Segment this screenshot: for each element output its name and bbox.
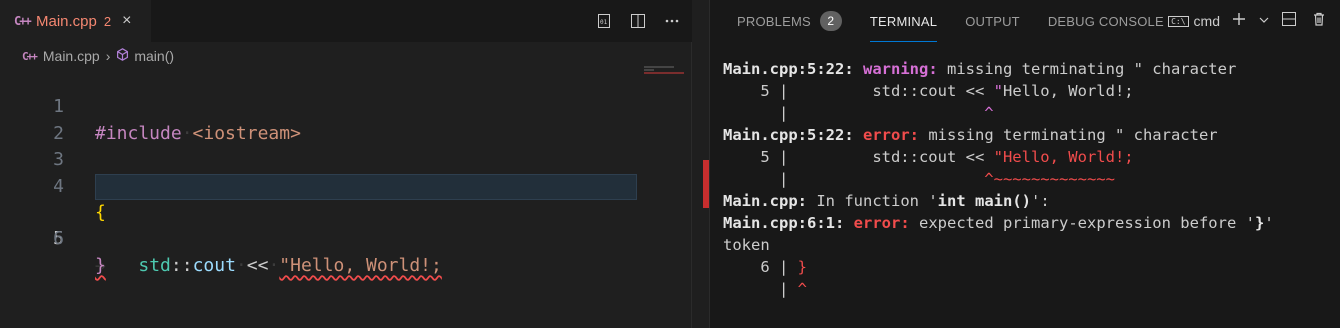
line-number: 6: [53, 228, 64, 250]
diag-gutter: |: [723, 170, 789, 188]
tab-problems[interactable]: PROBLEMS 2: [737, 0, 842, 42]
editor-actions: 01: [590, 0, 692, 42]
cpp-file-icon: C++: [22, 49, 38, 63]
diag-message: token: [723, 236, 770, 254]
code-line: 3 int·main(): [0, 121, 640, 196]
tab-main-cpp[interactable]: C++ Main.cpp 2 ×: [0, 0, 151, 42]
chevron-down-icon[interactable]: [1258, 12, 1270, 30]
terminal-line: Main.cpp:5:22: warning: missing terminat…: [723, 58, 1335, 80]
editor-group: C++ Main.cpp 2 × 01 C++ Main.cpp › main(…: [0, 0, 692, 328]
terminal-line: token: [723, 234, 1335, 256]
breadcrumb: C++ Main.cpp › main(): [0, 42, 692, 70]
code-line: 2: [0, 94, 640, 144]
diag-gutter: 5 |: [723, 82, 789, 100]
diag-message: ': [1264, 214, 1274, 232]
diag-message: missing terminating " character: [947, 60, 1237, 78]
close-brace: }: [95, 254, 106, 276]
code-line-current: 5 → std::cout·<<·"Hello, World!;: [0, 173, 640, 276]
diag-gutter: |: [723, 280, 789, 298]
breadcrumb-symbol[interactable]: main(): [134, 48, 174, 64]
terminal-line: Main.cpp:6:1: error: expected primary-ex…: [723, 212, 1335, 234]
diag-code: Hello, World!;: [1002, 82, 1134, 100]
trash-icon[interactable]: [1308, 11, 1330, 32]
diag-code-highlight: }: [797, 258, 808, 276]
diag-caret: ^: [788, 104, 994, 122]
split-terminal-icon[interactable]: [1278, 11, 1300, 32]
diag-error: error:: [863, 126, 919, 144]
terminal-icon: C:\: [1168, 15, 1189, 27]
svg-text:01: 01: [600, 19, 608, 26]
tab-terminal[interactable]: TERMINAL: [869, 0, 938, 42]
panel-actions: C:\ cmd: [1168, 0, 1340, 42]
terminal-profile-label: cmd: [1193, 13, 1220, 29]
minimap[interactable]: [644, 66, 692, 80]
diag-caret: ^: [797, 280, 808, 298]
string-literal: "Hello, World!;: [279, 254, 442, 276]
diag-message: In function ': [816, 192, 938, 210]
add-icon[interactable]: [1228, 11, 1250, 32]
chevron-right-icon: ›: [105, 48, 111, 64]
terminal-line: 5 | std::cout << "Hello, World!;: [723, 146, 1335, 168]
diag-location: Main.cpp:6:1:: [723, 214, 845, 232]
diag-message: expected primary-expression before ': [919, 214, 1255, 232]
tab-problem-count: 2: [103, 13, 112, 29]
diag-gutter: |: [723, 104, 789, 122]
identifier: cout: [192, 254, 236, 276]
method-cube-icon: [116, 48, 129, 64]
namespace: std: [138, 254, 171, 276]
code-area[interactable]: 1 #include·<iostream> 2 3 int·main() 4 {…: [0, 68, 640, 276]
diag-caret: ^~~~~~~~~~~~~~: [788, 170, 1115, 188]
split-editor-icon[interactable]: [624, 7, 652, 35]
diag-location: Main.cpp:5:22:: [723, 126, 854, 144]
editor-scrollbar[interactable]: [691, 42, 692, 328]
tab-label: Main.cpp: [36, 12, 97, 30]
editor-tabbar: C++ Main.cpp 2 × 01: [0, 0, 692, 42]
cpp-file-icon: C++: [14, 14, 32, 28]
close-icon[interactable]: ×: [122, 12, 131, 30]
code-line: 1 #include·<iostream>: [0, 68, 640, 143]
terminal-profile[interactable]: C:\ cmd: [1168, 13, 1220, 29]
open-preview-icon[interactable]: 01: [590, 7, 618, 35]
diag-gutter: 6 |: [723, 258, 789, 276]
code-line: 4 {: [0, 147, 640, 223]
diag-code: std::cout <<: [788, 82, 994, 100]
diag-message: missing terminating " character: [928, 126, 1218, 144]
terminal-line: Main.cpp:5:22: error: missing terminatin…: [723, 124, 1335, 146]
diag-location: Main.cpp:5:22:: [723, 60, 854, 78]
diag-function: int main(): [937, 192, 1031, 210]
terminal-line: | ^: [723, 102, 1335, 124]
more-actions-icon[interactable]: [658, 7, 686, 35]
bottom-panel: PROBLEMS 2 TERMINAL OUTPUT DEBUG CONSOLE …: [709, 0, 1340, 328]
diag-message: ':: [1031, 192, 1050, 210]
current-line-highlight: [95, 173, 637, 200]
terminal-line: 6 | }: [723, 256, 1335, 278]
tab-label: PROBLEMS: [737, 13, 811, 29]
code-text: → std::cout·<<·"Hello, World!;: [95, 254, 442, 276]
terminal-line: | ^: [723, 278, 1335, 300]
terminal-line: 5 | std::cout << "Hello, World!;: [723, 80, 1335, 102]
diag-error: error:: [853, 214, 910, 232]
tab-output[interactable]: OUTPUT: [965, 0, 1020, 42]
problems-badge: 2: [819, 11, 842, 31]
diag-token: }: [1254, 214, 1265, 232]
diag-location: Main.cpp:: [723, 192, 807, 210]
diag-code-highlight: ": [993, 82, 1003, 100]
diag-gutter: 5 |: [723, 148, 789, 166]
diag-code: std::cout <<: [788, 148, 994, 166]
operator: <<: [246, 254, 269, 276]
diag-code-highlight: "Hello, World!;: [993, 148, 1134, 166]
breadcrumb-file[interactable]: Main.cpp: [43, 48, 100, 64]
terminal-line: | ^~~~~~~~~~~~~~: [723, 168, 1335, 190]
terminal-line: Main.cpp: In function 'int main()':: [723, 190, 1335, 212]
terminal-output[interactable]: Main.cpp:5:22: warning: missing terminat…: [723, 58, 1335, 300]
code-line: 6 }: [0, 200, 640, 275]
diag-warning: warning:: [863, 60, 938, 78]
scope-op: ::: [170, 254, 193, 276]
tab-debug-console[interactable]: DEBUG CONSOLE: [1048, 0, 1164, 42]
